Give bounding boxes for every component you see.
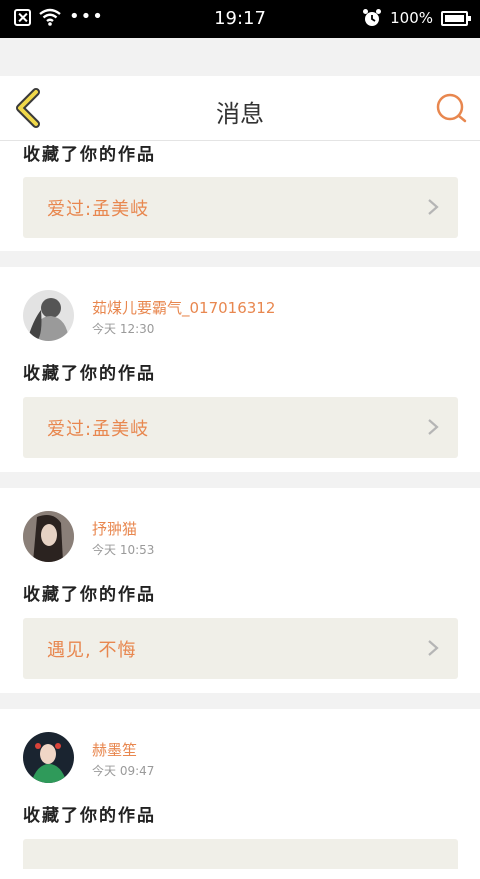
work-link[interactable]: 爱过:孟美岐 [23, 177, 458, 238]
avatar[interactable] [23, 511, 74, 562]
avatar[interactable] [23, 732, 74, 783]
work-title: 爱过:孟美岐 [47, 199, 150, 220]
status-right: 100% [362, 8, 471, 28]
search-icon[interactable] [434, 91, 468, 125]
battery-percent: 100% [390, 9, 433, 27]
timestamp: 今天 12:30 [92, 322, 155, 336]
battery-icon [441, 10, 471, 26]
timestamp: 今天 10:53 [92, 543, 155, 557]
timestamp: 今天 09:47 [92, 764, 155, 778]
alarm-icon [363, 9, 382, 26]
chevron-right-icon [428, 199, 439, 215]
work-link[interactable]: 遇见, 不悔 [23, 618, 458, 679]
chevron-right-icon [428, 419, 439, 435]
work-link[interactable] [23, 839, 458, 869]
action-text: 收藏了你的作品 [23, 145, 156, 165]
app-header: 消息 [0, 76, 480, 141]
message-card: 茹煤儿要霸气_017016312 今天 12:30 收藏了你的作品 爱过:孟美岐 [0, 267, 480, 472]
action-text: 收藏了你的作品 [23, 806, 156, 826]
work-title: 遇见, 不悔 [47, 640, 137, 661]
message-card: 抒翀猫 今天 10:53 收藏了你的作品 遇见, 不悔 [0, 488, 480, 693]
chevron-right-icon [428, 640, 439, 656]
work-link[interactable]: 爱过:孟美岐 [23, 397, 458, 458]
action-text: 收藏了你的作品 [23, 585, 156, 605]
action-text: 收藏了你的作品 [23, 364, 156, 384]
avatar[interactable] [23, 290, 74, 341]
username[interactable]: 茹煤儿要霸气_017016312 [92, 297, 275, 318]
page-title: 消息 [216, 100, 264, 128]
username[interactable]: 抒翀猫 [92, 518, 137, 539]
username[interactable]: 赫墨笙 [92, 739, 137, 760]
status-bar: ••• 19:17 100% [0, 0, 480, 38]
work-title: 爱过:孟美岐 [47, 419, 150, 440]
